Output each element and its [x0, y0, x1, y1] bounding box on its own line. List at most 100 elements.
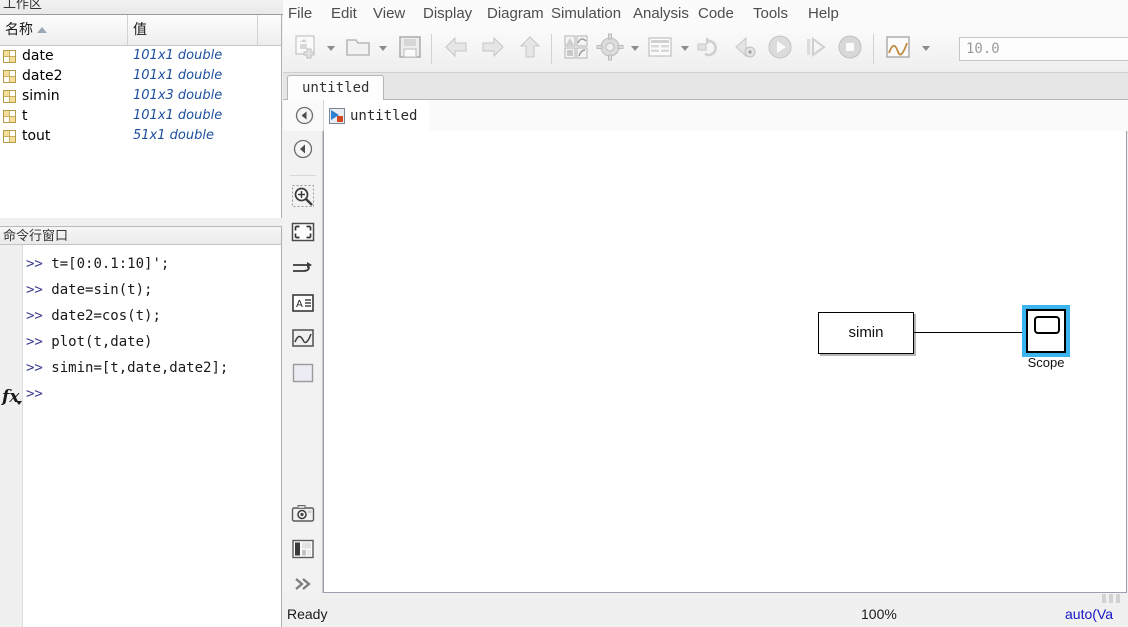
variable-grid-icon: [3, 130, 16, 143]
open-folder-icon[interactable]: [343, 32, 373, 67]
variable-name: date2: [22, 68, 63, 84]
menu-code[interactable]: Code: [698, 0, 734, 28]
library-icon[interactable]: [291, 537, 315, 561]
workspace-column-name[interactable]: 名称: [0, 15, 128, 45]
status-text: Ready: [287, 606, 328, 622]
model-explorer-icon[interactable]: [645, 32, 675, 67]
update-model-icon[interactable]: [695, 32, 725, 67]
menu-bar: File Edit View Display Diagram Simulation Anal…: [283, 0, 1128, 28]
menu-analysis[interactable]: Analysis: [633, 0, 689, 28]
workspace-column-value[interactable]: 值: [128, 15, 258, 45]
scope-screen-icon: [1034, 316, 1060, 334]
block-icon[interactable]: [291, 361, 315, 385]
signal-line[interactable]: [914, 332, 1036, 333]
workspace-column-extra[interactable]: [258, 15, 282, 45]
block-scope-label: Scope: [1027, 355, 1065, 370]
table-row[interactable]: tout 51x1 double: [0, 126, 281, 146]
menu-file[interactable]: File: [288, 0, 312, 28]
fx-icon[interactable]: fx: [2, 387, 23, 407]
solver-indicator[interactable]: auto(Va: [1065, 606, 1113, 622]
expand-chevron-icon[interactable]: [291, 572, 315, 596]
variable-name: t: [22, 108, 28, 124]
command-line: >> date2=cos(t);: [26, 308, 161, 324]
tab-strip: untitled: [283, 73, 1128, 101]
table-row[interactable]: simin 101x3 double: [0, 86, 281, 106]
menu-diagram[interactable]: Diagram: [487, 0, 544, 28]
command-window[interactable]: fx >> t=[0:0.1:10]'; >> date=sin(t); >> da…: [0, 245, 282, 627]
canvas-tool-palette: A: [283, 131, 323, 593]
table-row[interactable]: date2 101x1 double: [0, 66, 281, 86]
block-scope[interactable]: [1026, 309, 1066, 353]
resize-grip[interactable]: [1102, 594, 1120, 603]
menu-edit[interactable]: Edit: [331, 0, 357, 28]
command-line: >> plot(t,date): [26, 334, 152, 350]
menu-display[interactable]: Display: [423, 0, 472, 28]
variable-value: 101x1 double: [133, 68, 223, 83]
menu-simulation[interactable]: Simulation: [551, 0, 621, 28]
simulink-model-icon: [329, 108, 345, 124]
command-line: >> simin=[t,date,date2];: [26, 360, 228, 376]
breadcrumb-model-label: untitled: [350, 108, 418, 124]
command-text: simin=[t,date,date2];: [51, 360, 229, 376]
menu-tools[interactable]: Tools: [753, 0, 788, 28]
command-text: plot(t,date): [51, 334, 153, 350]
tab-untitled[interactable]: untitled: [287, 75, 385, 101]
step-back-icon[interactable]: [730, 32, 760, 67]
command-line: >>: [26, 386, 51, 402]
sort-ascending-icon: [37, 27, 47, 33]
zoom-in-icon[interactable]: [291, 184, 315, 208]
scope-icon[interactable]: [883, 32, 913, 67]
command-window-gutter: [0, 245, 23, 627]
annotation-icon[interactable]: A: [291, 291, 315, 315]
run-icon[interactable]: [765, 32, 795, 67]
command-prompt: >>: [26, 308, 43, 324]
breadcrumb: untitled: [283, 100, 1128, 133]
simulation-time-input[interactable]: 10.0: [959, 37, 1128, 61]
table-row[interactable]: date 101x1 double: [0, 46, 281, 66]
command-prompt: >>: [26, 334, 43, 350]
command-text: t=[0:0.1:10]';: [51, 256, 170, 272]
up-arrow-icon[interactable]: [515, 32, 545, 67]
scope-dropdown-caret[interactable]: [922, 46, 930, 51]
camera-icon[interactable]: [291, 502, 315, 526]
command-text: date=sin(t);: [51, 282, 153, 298]
svg-text:A: A: [296, 299, 303, 310]
workspace-column-headers: 名称 值: [0, 15, 281, 46]
command-line: >> t=[0:0.1:10]';: [26, 256, 169, 272]
scope-viewer-icon[interactable]: [291, 326, 315, 350]
variable-name: tout: [22, 128, 51, 144]
new-model-dropdown-caret[interactable]: [327, 46, 335, 51]
table-row[interactable]: t 101x1 double: [0, 106, 281, 126]
breadcrumb-model-item[interactable]: untitled: [323, 100, 430, 132]
variable-grid-icon: [3, 110, 16, 123]
menu-help[interactable]: Help: [808, 0, 839, 28]
step-forward-icon[interactable]: [800, 32, 830, 67]
back-circle-icon[interactable]: [291, 137, 315, 161]
status-bar: Ready 100% auto(Va: [283, 603, 1128, 627]
variable-value: 101x1 double: [133, 108, 223, 123]
gear-icon[interactable]: [595, 32, 625, 67]
save-icon[interactable]: [395, 32, 425, 67]
stop-icon[interactable]: [835, 32, 865, 67]
variable-grid-icon: [3, 50, 16, 63]
menu-view[interactable]: View: [373, 0, 405, 28]
block-simin[interactable]: simin: [818, 312, 914, 354]
workspace-column-value-label: 值: [133, 22, 147, 38]
back-circle-icon[interactable]: [295, 106, 314, 125]
simulink-window: File Edit View Display Diagram Simulation Anal…: [283, 0, 1128, 627]
command-prompt: >>: [26, 256, 43, 272]
fit-to-view-icon[interactable]: [291, 220, 315, 244]
variable-value: 51x1 double: [133, 128, 214, 143]
library-browser-icon[interactable]: [561, 32, 591, 67]
variable-value: 101x1 double: [133, 48, 223, 63]
forward-arrow-icon[interactable]: [478, 32, 508, 67]
model-canvas[interactable]: simin Scope: [323, 131, 1127, 593]
model-explorer-dropdown-caret[interactable]: [681, 46, 689, 51]
open-dropdown-caret[interactable]: [379, 46, 387, 51]
back-arrow-icon[interactable]: [441, 32, 471, 67]
new-model-icon[interactable]: [291, 32, 321, 67]
zoom-level[interactable]: 100%: [861, 606, 897, 622]
signal-routing-icon[interactable]: [291, 256, 315, 280]
gear-dropdown-caret[interactable]: [631, 46, 639, 51]
command-prompt: >>: [26, 360, 43, 376]
